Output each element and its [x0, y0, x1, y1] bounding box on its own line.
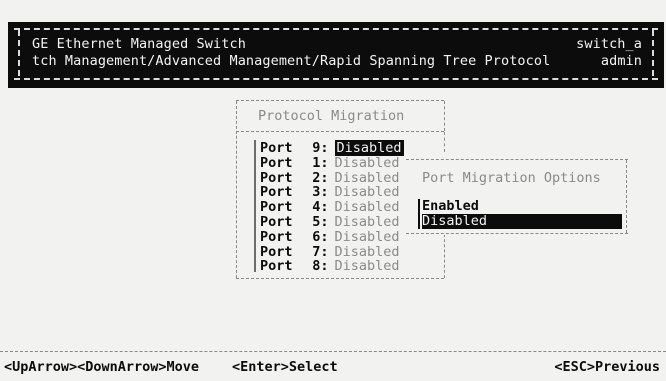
- previous-hint: <ESC>Previous: [554, 359, 660, 375]
- port-row[interactable]: Port 6: Disabled: [260, 229, 400, 245]
- popup-border-bottom: [406, 233, 628, 234]
- port-migration-value: Disabled: [334, 184, 400, 201]
- option-enabled[interactable]: Enabled: [422, 199, 622, 214]
- port-number: 5:: [312, 214, 329, 230]
- user-name: admin: [600, 53, 642, 69]
- header-border-bottom: [14, 78, 658, 80]
- port-row[interactable]: Port 5: Disabled: [260, 214, 400, 230]
- move-hint: <UpArrow><DownArrow>Move: [4, 359, 200, 375]
- popup-list-marker: [418, 199, 420, 229]
- menu-title-divider: [236, 131, 444, 132]
- main-area: Protocol Migration Port 9: Disabled Port 1: D…: [8, 88, 664, 350]
- port-label: Port: [260, 228, 293, 245]
- menu-border-right-top: [444, 101, 445, 131]
- port-label: Port: [260, 184, 293, 201]
- port-label: Port: [260, 169, 293, 186]
- port-migration-value: Disabled: [334, 199, 400, 216]
- port-migration-value: Disabled: [334, 154, 400, 171]
- port-label: Port: [260, 199, 293, 216]
- popup-border-right: [626, 160, 627, 233]
- port-number: 7:: [312, 243, 329, 260]
- port-number: 3:: [312, 184, 329, 201]
- key-hints-bar: <UpArrow><DownArrow>Move <Enter>Select <…: [0, 356, 666, 378]
- port-label: Port: [260, 214, 293, 230]
- port-row[interactable]: Port 3: Disabled: [260, 184, 400, 200]
- port-row[interactable]: Port 2: Disabled: [260, 170, 400, 186]
- title-bar: GE Ethernet Managed Switch tch Managemen…: [8, 22, 664, 88]
- port-migration-value: Disabled: [334, 169, 400, 186]
- select-hint: <Enter>Select: [232, 359, 338, 375]
- port-label: Port: [260, 243, 293, 260]
- port-list-marker: [254, 140, 256, 272]
- menu-border-left: [236, 101, 237, 278]
- port-migration-value: Disabled: [334, 214, 400, 230]
- app-title: GE Ethernet Managed Switch: [32, 36, 246, 52]
- port-row[interactable]: Port 9: Disabled: [260, 140, 404, 156]
- port-row[interactable]: Port 1: Disabled: [260, 155, 400, 171]
- port-migration-value: Disabled: [334, 243, 400, 260]
- header-border-right: [652, 30, 654, 76]
- port-number: 1:: [312, 154, 329, 171]
- screen-bezel: [0, 0, 666, 22]
- port-migration-value: Disabled: [334, 228, 400, 245]
- port-row[interactable]: Port 8: Disabled: [260, 258, 400, 274]
- port-number: 8:: [312, 258, 329, 275]
- hostname: switch_a: [576, 36, 642, 52]
- port-number: 6:: [312, 228, 329, 245]
- option-disabled[interactable]: Disabled: [422, 214, 622, 229]
- port-number: 4:: [312, 199, 329, 216]
- breadcrumb: tch Management/Advanced Management/Rapid…: [32, 53, 551, 69]
- menu-title: Protocol Migration: [258, 108, 405, 124]
- port-label: Port: [260, 140, 293, 156]
- popup-title: Port Migration Options: [422, 170, 601, 186]
- port-migration-value: Disabled: [334, 258, 400, 275]
- menu-border-bottom: [236, 278, 444, 279]
- port-label: Port: [260, 154, 293, 171]
- port-migration-value: Disabled: [334, 140, 404, 156]
- port-number: 2:: [312, 169, 329, 186]
- port-label: Port: [260, 258, 293, 275]
- popup-border-top: [406, 159, 628, 160]
- header-border-top: [14, 28, 658, 30]
- footer-divider: [0, 351, 666, 352]
- port-row[interactable]: Port 7: Disabled: [260, 244, 400, 260]
- port-migration-options-popup: Port Migration Options Enabled Disabled: [406, 157, 628, 235]
- header-border-left: [18, 30, 20, 76]
- port-row[interactable]: Port 4: Disabled: [260, 199, 400, 215]
- menu-border-top: [236, 100, 444, 101]
- menu-border-right-mid: [444, 132, 445, 152]
- port-number: 9:: [312, 140, 329, 156]
- menu-border-right-bottom: [444, 234, 445, 278]
